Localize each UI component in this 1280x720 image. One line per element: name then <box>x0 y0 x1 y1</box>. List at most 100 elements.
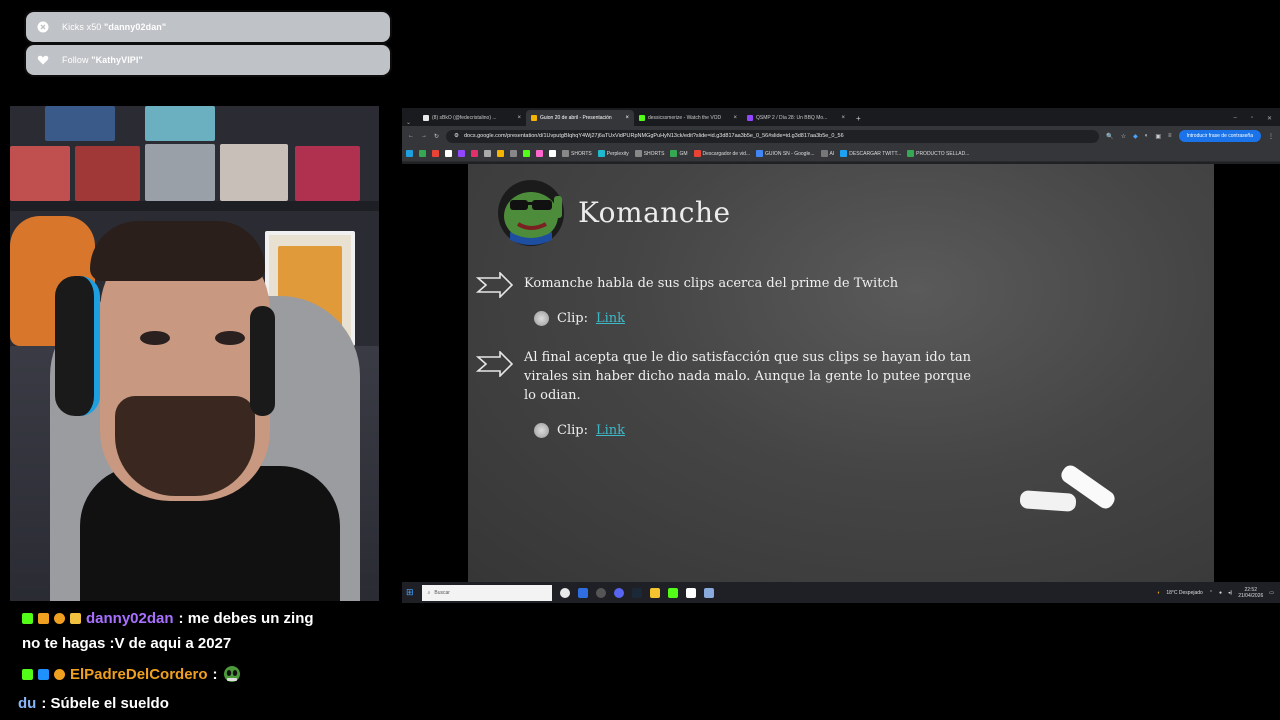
chat-username[interactable]: ElPadreDelCordero <box>70 666 208 683</box>
bookmark-icon[interactable] <box>445 150 452 157</box>
bookmark-icon[interactable] <box>432 150 439 157</box>
alert-text: Follow "KathyVIPI" <box>62 55 143 65</box>
folder-icon[interactable] <box>649 587 660 598</box>
bookmark-icon[interactable] <box>536 150 543 157</box>
tab-slides[interactable]: Guion 20 de abril - Presentación × <box>526 110 634 126</box>
sidebar-icon[interactable]: ≡ <box>1168 133 1172 139</box>
forward-icon[interactable]: → <box>421 133 427 139</box>
kick-icon[interactable] <box>667 587 678 598</box>
tab-twitch[interactable]: QSMP 2 / Día 28: Un BBQ Mo... × <box>742 110 850 126</box>
app-icon[interactable] <box>703 587 714 598</box>
extension-icon[interactable]: ◆ <box>1133 133 1138 140</box>
moon-icon: ◐ <box>1157 589 1161 596</box>
menu-icon[interactable]: ⋮ <box>1268 133 1274 140</box>
chevron-up-icon[interactable]: ⌃ <box>1209 590 1213 596</box>
bookmark-icon[interactable] <box>484 150 491 157</box>
tier-badge-icon <box>54 613 65 624</box>
windows-taskbar: ⊞ ⌕ Buscar ◐ 18°C Despejado ⌃ ● ◂) 22:52 … <box>402 582 1280 603</box>
slide-sub-bullet: Clip: Link <box>534 311 625 326</box>
beard <box>115 396 255 496</box>
bookmark-guion[interactable]: GUION SN - Google... <box>756 150 815 157</box>
bookmark-icon[interactable] <box>549 150 556 157</box>
volume-icon[interactable]: ◂) <box>1228 590 1232 596</box>
close-icon[interactable]: × <box>841 115 845 121</box>
bookmark-producto[interactable]: PRODUCTO SELLAD... <box>907 150 969 157</box>
clip-link[interactable]: Link <box>596 311 625 326</box>
bookmark-downloader[interactable]: Descargador de vid... <box>693 150 750 157</box>
bookmark-icon[interactable] <box>471 150 478 157</box>
bookmark-download-twitter[interactable]: DESCARGAR TWITT... <box>840 150 901 157</box>
clip-link[interactable]: Link <box>596 423 625 438</box>
reload-icon[interactable]: ↻ <box>434 133 439 140</box>
bookmark-icon[interactable] <box>523 150 530 157</box>
tab-kick[interactable]: dessicssmerize - Watch the VOD × <box>634 110 742 126</box>
bookmark-label: Perplexity <box>606 150 629 157</box>
back-icon[interactable]: ← <box>408 133 414 139</box>
twitter-icon <box>840 150 848 157</box>
bookmark-gm[interactable]: GM <box>670 150 688 157</box>
notification-icon[interactable]: ▭ <box>1269 590 1274 596</box>
maximize-icon[interactable]: ▫ <box>1251 115 1253 122</box>
settings-icon[interactable] <box>595 587 606 598</box>
address-bar: ← → ↻ ⚙ docs.google.com/presentation/d/1U… <box>402 126 1280 146</box>
bookmark-label: PRODUCTO SELLAD... <box>916 150 970 157</box>
bookmarks-bar: SHORTS Perplexity SHORTS GM Descargador … <box>402 146 1280 162</box>
weather-text[interactable]: 18°C Despejado <box>1166 590 1202 596</box>
presentation-margin <box>402 164 468 582</box>
bookmark-icon[interactable] <box>510 150 517 157</box>
close-window-icon[interactable]: ✕ <box>1267 115 1272 122</box>
collectible-box <box>220 144 288 201</box>
window-controls: – ▫ ✕ <box>1225 115 1280 126</box>
bookmark-perplexity[interactable]: Perplexity <box>597 150 629 157</box>
password-button[interactable]: Introducir frase de contraseña <box>1178 130 1261 142</box>
extension-icon[interactable]: ◐ <box>1145 133 1149 139</box>
steam-icon[interactable] <box>631 587 642 598</box>
star-icon[interactable]: ☆ <box>1121 133 1126 140</box>
url-field[interactable]: ⚙ docs.google.com/presentation/d/1UvputgB… <box>446 129 1100 143</box>
tab-twitter[interactable]: (8) sBkO (@fedecristalino) ... × <box>418 110 526 126</box>
mic-icon[interactable]: ● <box>1219 590 1222 596</box>
clip-label: Clip: <box>557 423 588 438</box>
puzzle-icon[interactable]: ▣ <box>1155 133 1161 140</box>
minimize-icon[interactable]: – <box>1233 115 1236 122</box>
windows-start-icon[interactable]: ⊞ <box>406 587 414 598</box>
bookmark-ai[interactable]: AI <box>820 150 834 157</box>
close-icon[interactable]: × <box>625 115 629 121</box>
sheets-icon <box>907 150 915 157</box>
notion-icon[interactable] <box>685 587 696 598</box>
bookmark-shorts-2[interactable]: SHORTS <box>634 150 664 157</box>
bookmark-icon[interactable] <box>458 150 465 157</box>
tab-search-icon[interactable]: ⌄ <box>406 119 418 126</box>
zoom-icon[interactable]: 🔍 <box>1106 133 1113 140</box>
gift-badge-icon <box>38 613 49 624</box>
bookmark-label: GM <box>679 150 688 157</box>
bookmark-icon[interactable] <box>497 150 504 157</box>
bookmark-icon[interactable] <box>406 150 413 157</box>
download-icon <box>693 150 701 157</box>
close-icon[interactable]: × <box>517 115 521 121</box>
bookmark-icon[interactable] <box>419 150 426 157</box>
discord-icon[interactable] <box>613 587 624 598</box>
x-logo-icon <box>423 115 429 121</box>
close-icon[interactable]: × <box>733 115 737 121</box>
new-tab-button[interactable]: + <box>850 114 867 126</box>
url-text: docs.google.com/presentation/d/1UvputgBI… <box>463 133 844 139</box>
tab-label: (8) sBkO (@fedecristalino) ... <box>432 115 497 121</box>
taskbar-search[interactable]: ⌕ Buscar <box>421 584 552 601</box>
chrome-icon[interactable] <box>559 587 570 598</box>
chat-message-continuation: no te hagas :V de aqui a 2027 <box>22 635 231 652</box>
clock[interactable]: 22:52 21/04/2026 <box>1238 587 1263 599</box>
chat-username[interactable]: danny02dan <box>86 610 174 627</box>
twitch-icon <box>747 115 753 121</box>
presentation-slide: Komanche Komanche habla de sus clips ace… <box>468 164 1214 582</box>
folder-icon <box>634 150 642 157</box>
browser-window: ⌄ (8) sBkO (@fedecristalino) ... × Guion … <box>402 108 1280 603</box>
bookmark-shorts[interactable]: SHORTS <box>562 150 592 157</box>
eye <box>215 331 245 345</box>
slide-sub-bullet: Clip: Link <box>534 423 625 438</box>
chat-username[interactable]: du <box>18 695 36 712</box>
edge-icon[interactable] <box>577 587 588 598</box>
bookmark-label: DESCARGAR TWITT... <box>849 150 902 157</box>
site-info-icon[interactable]: ⚙ <box>454 133 459 139</box>
arrow-icon <box>476 272 514 298</box>
